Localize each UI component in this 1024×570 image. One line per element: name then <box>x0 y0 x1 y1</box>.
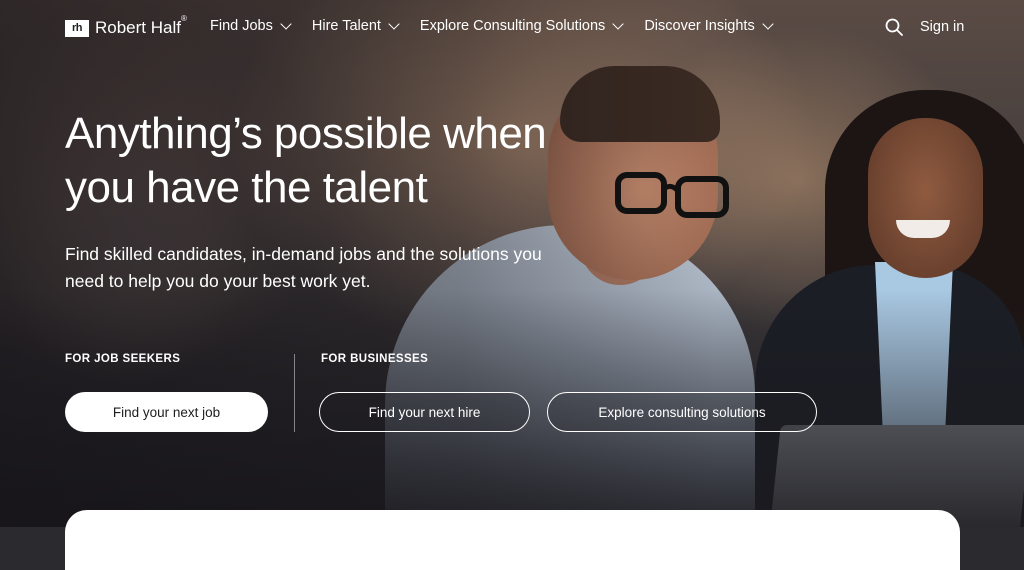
businesses-label: FOR BUSINESSES <box>321 353 429 365</box>
robert-half-logo[interactable]: rh Robert Half® <box>65 14 187 39</box>
chevron-down-icon <box>388 18 400 30</box>
nav-discover-insights[interactable]: Discover Insights <box>644 18 774 34</box>
explore-consulting-solutions-button[interactable]: Explore consulting solutions <box>547 392 817 432</box>
main-menu: Find Jobs Hire Talent Explore Consulting… <box>210 18 794 34</box>
hero-subtext: Find skilled candidates, in-demand jobs … <box>65 244 542 291</box>
hero-headline: Anything’s possible when you have the ta… <box>65 109 547 212</box>
chevron-down-icon <box>612 18 624 30</box>
job-seekers-label: FOR JOB SEEKERS <box>65 353 181 365</box>
find-next-job-button[interactable]: Find your next job <box>65 392 268 432</box>
logo-text: Robert Half® <box>95 14 187 37</box>
nav-hire-talent[interactable]: Hire Talent <box>312 18 400 34</box>
content-card-top <box>65 510 960 570</box>
nav-find-jobs[interactable]: Find Jobs <box>210 18 292 34</box>
nav-explore-consulting-solutions[interactable]: Explore Consulting Solutions <box>420 18 624 34</box>
logo-mark: rh <box>65 19 89 37</box>
chevron-down-icon <box>762 18 774 30</box>
search-icon[interactable] <box>885 18 903 36</box>
section-divider <box>294 354 295 432</box>
top-navigation: rh Robert Half® Find Jobs Hire Talent Ex… <box>0 0 1024 56</box>
chevron-down-icon <box>280 18 292 30</box>
sign-in-link[interactable]: Sign in <box>920 19 964 35</box>
find-next-hire-button[interactable]: Find your next hire <box>319 392 530 432</box>
